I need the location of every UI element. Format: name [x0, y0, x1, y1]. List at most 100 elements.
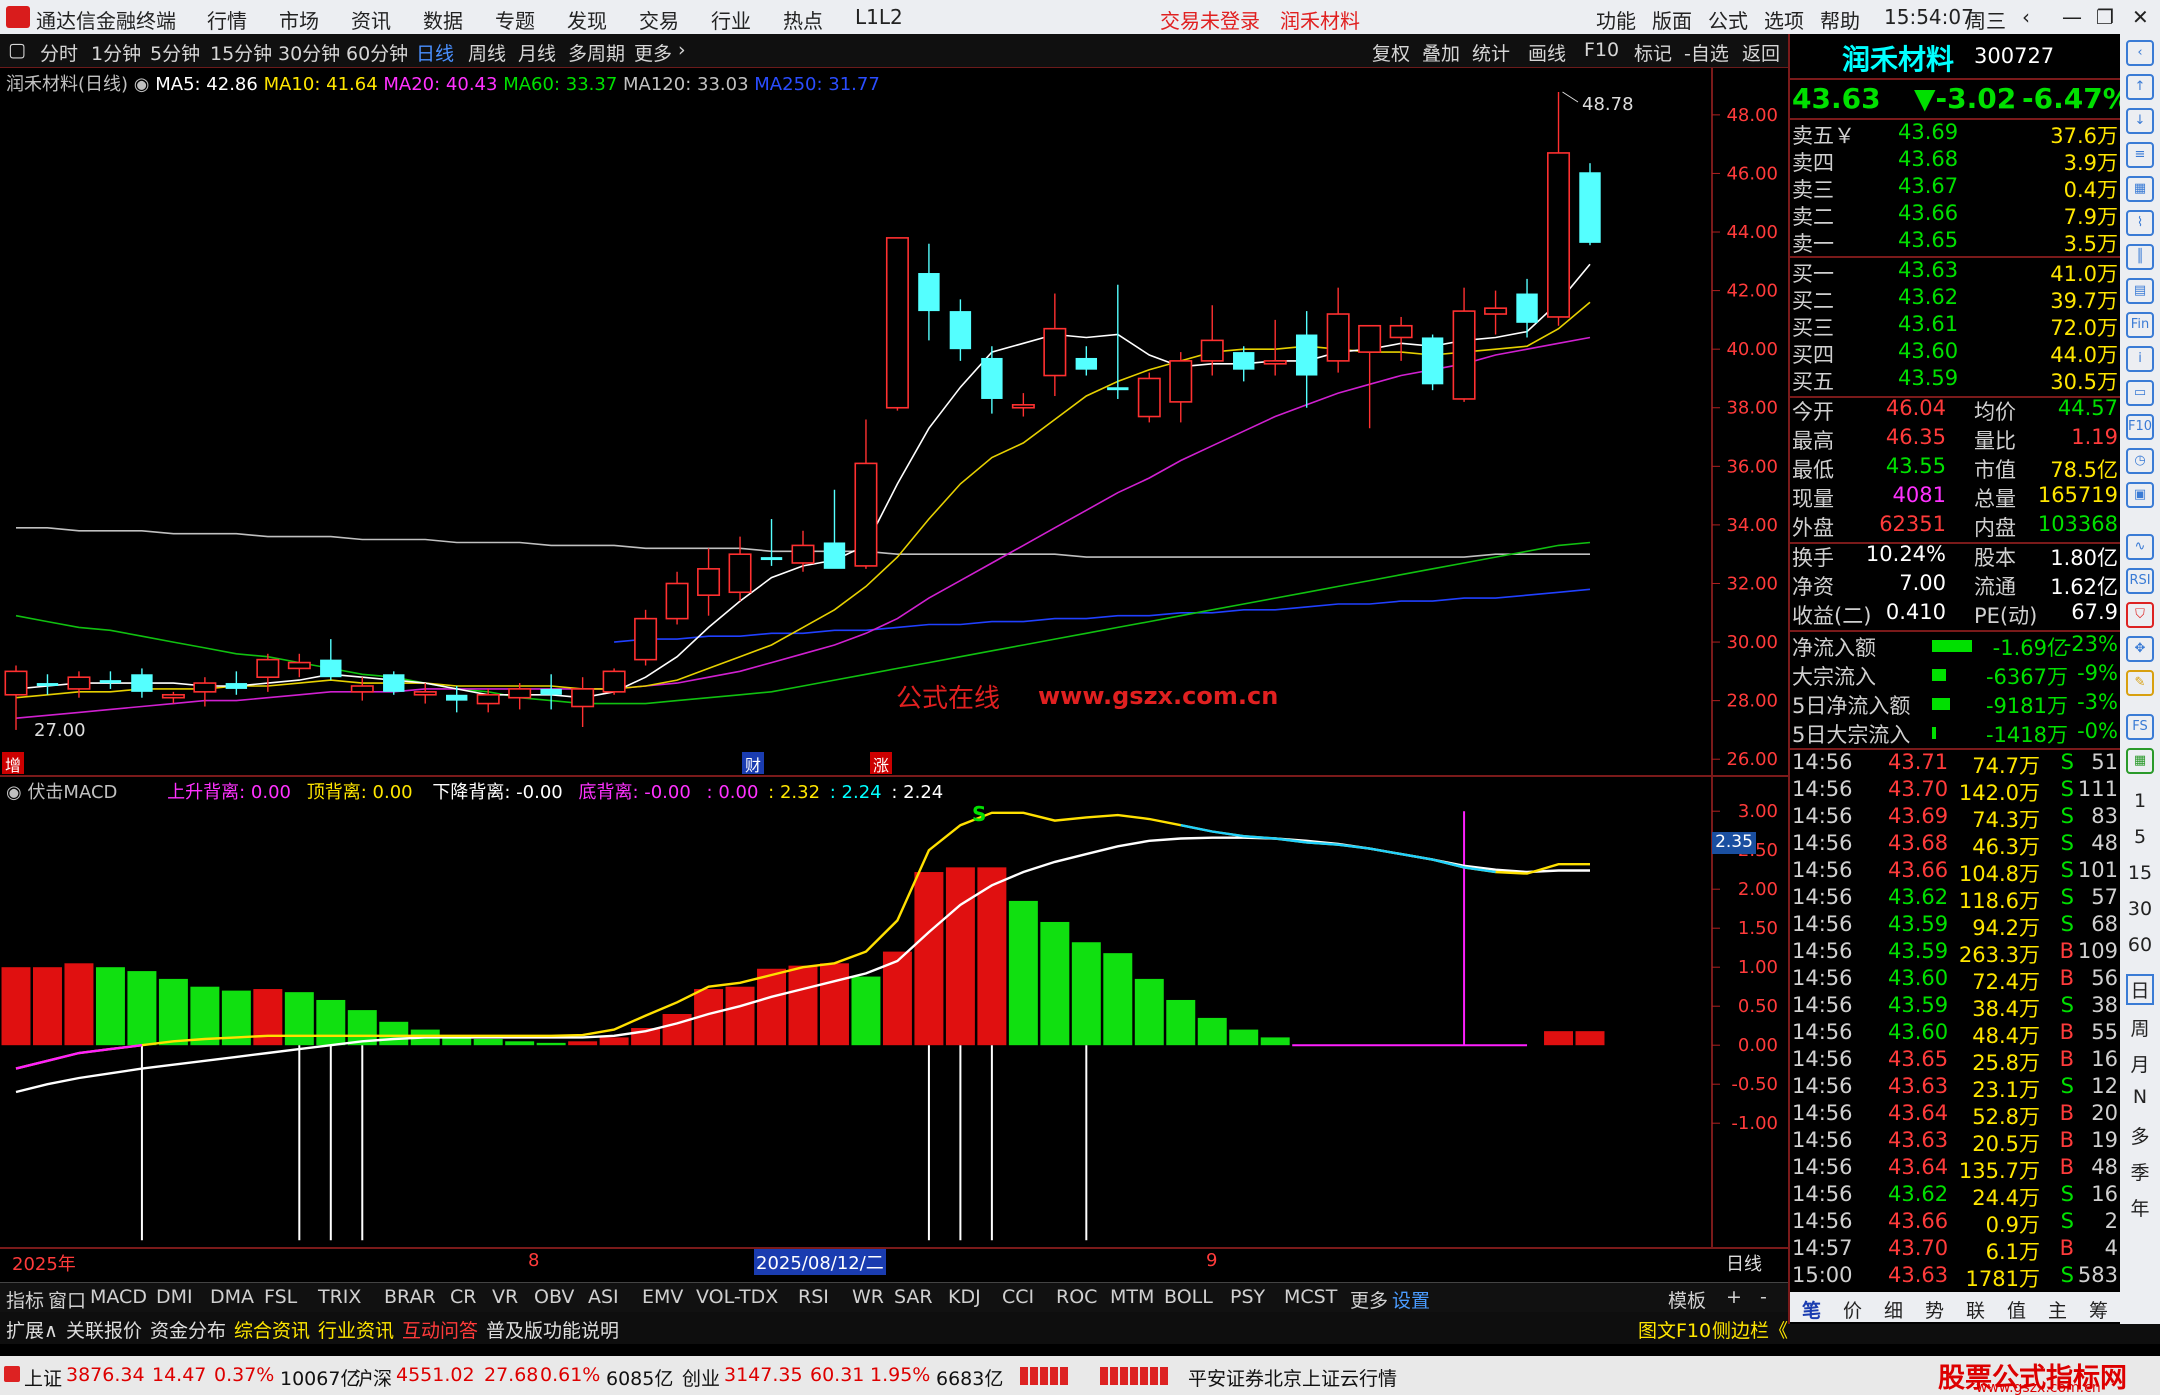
- tick-row[interactable]: 14:56 43.66 0.9万 S 2: [1790, 1209, 2122, 1237]
- menu-options[interactable]: 选项: [1764, 5, 1804, 34]
- stat-row[interactable]: 最高 46.35 量比 1.19: [1790, 425, 2122, 453]
- info-tab-help[interactable]: 普及版功能说明: [486, 1316, 619, 1343]
- collapse-icon[interactable]: ‹: [2126, 40, 2154, 66]
- tool-draw[interactable]: 画线: [1528, 39, 1566, 66]
- info-sidebar[interactable]: 侧边栏《: [1712, 1316, 1788, 1343]
- info-f10[interactable]: 图文F10: [1638, 1316, 1711, 1343]
- menu-market[interactable]: 市场: [279, 5, 319, 34]
- flow-row[interactable]: 5日大宗流入 -1418万 -0%: [1790, 719, 2122, 747]
- menu-layout[interactable]: 版面: [1652, 5, 1692, 34]
- hs-name[interactable]: 沪深: [354, 1364, 392, 1391]
- tick-row[interactable]: 14:56 43.68 46.3万 S 48: [1790, 831, 2122, 859]
- indicator-add[interactable]: +: [1726, 1286, 1742, 1308]
- menu-l1l2[interactable]: L1L2: [855, 5, 903, 29]
- period-15min[interactable]: 15分钟: [210, 39, 272, 66]
- menu-topic[interactable]: 专题: [495, 5, 535, 34]
- tool-adjust[interactable]: 复权: [1372, 39, 1410, 66]
- indicator-5[interactable]: FSL: [264, 1286, 297, 1308]
- tick-row[interactable]: 14:56 43.71 74.7万 S 51: [1790, 750, 2122, 778]
- period-more[interactable]: 更多: [634, 39, 672, 66]
- menu-news[interactable]: 资讯: [351, 5, 391, 34]
- trade-login-notice[interactable]: 交易未登录: [1160, 5, 1260, 34]
- ask-row[interactable]: 卖二 43.66 7.9万: [1790, 201, 2122, 229]
- menu-trade[interactable]: 交易: [639, 5, 679, 34]
- ask-row[interactable]: 卖五￥ 43.69 37.6万: [1790, 120, 2122, 148]
- toolbar-toggle-icon[interactable]: ▢: [8, 39, 26, 61]
- tv-icon[interactable]: ▣: [2126, 482, 2154, 508]
- menu-formula[interactable]: 公式: [1708, 5, 1748, 34]
- f10-icon[interactable]: F10: [2126, 414, 2154, 440]
- rsi-icon[interactable]: RSI: [2126, 568, 2154, 594]
- indicator-0[interactable]: 指标: [6, 1286, 44, 1313]
- kline-chart[interactable]: 48.0046.0044.0042.0040.0038.0036.0034.00…: [0, 68, 1788, 1268]
- bid-row[interactable]: 买一 43.63 41.0万: [1790, 258, 2122, 286]
- sidebar-period-15[interactable]: 15: [2120, 862, 2160, 884]
- sidebar-period-n[interactable]: N: [2120, 1086, 2160, 1108]
- indicator-17[interactable]: KDJ: [948, 1286, 981, 1308]
- shield-icon[interactable]: ⛉: [2126, 602, 2154, 628]
- indicator-2[interactable]: MACD: [90, 1286, 147, 1308]
- doc-icon[interactable]: ▭: [2126, 380, 2154, 406]
- tick-row[interactable]: 14:56 43.69 74.3万 S 83: [1790, 804, 2122, 832]
- back-icon[interactable]: ‹: [2022, 5, 2030, 29]
- tool-stats[interactable]: 统计: [1472, 39, 1510, 66]
- quote-tab-1[interactable]: 价: [1843, 1296, 1862, 1323]
- info-tab-related[interactable]: 关联报价: [66, 1316, 142, 1343]
- tool-mark[interactable]: 标记: [1634, 39, 1672, 66]
- marker-zhang[interactable]: 涨: [870, 752, 892, 775]
- indicator-20[interactable]: MTM: [1110, 1286, 1154, 1308]
- menu-help[interactable]: 帮助: [1820, 5, 1860, 34]
- cy-name[interactable]: 创业: [682, 1364, 720, 1391]
- tick-row[interactable]: 15:00 43.63 1781万 S 583: [1790, 1263, 2122, 1291]
- sidebar-period-multi[interactable]: 多: [2120, 1122, 2160, 1149]
- menu-hot[interactable]: 热点: [783, 5, 823, 34]
- fund-row[interactable]: 换手 10.24% 股本 1.80亿: [1790, 542, 2122, 570]
- arrow-up-icon[interactable]: ↑: [2126, 74, 2154, 100]
- info-tab-qa[interactable]: 互动问答: [402, 1316, 478, 1343]
- tick-row[interactable]: 14:56 43.64 52.8万 B 20: [1790, 1101, 2122, 1129]
- tick-row[interactable]: 14:56 43.59 38.4万 S 38: [1790, 993, 2122, 1021]
- tick-row[interactable]: 14:56 43.59 94.2万 S 68: [1790, 912, 2122, 940]
- indicator-15[interactable]: WR: [852, 1286, 884, 1308]
- period-weekly[interactable]: 周线: [468, 39, 506, 66]
- fund-row[interactable]: 净资 7.00 流通 1.62亿: [1790, 571, 2122, 599]
- tick-row[interactable]: 14:57 43.70 6.1万 B 4: [1790, 1236, 2122, 1264]
- indicator-25[interactable]: 设置: [1392, 1286, 1430, 1313]
- info-tab-expand[interactable]: 扩展∧: [6, 1316, 58, 1343]
- period-tick[interactable]: 分时: [40, 39, 78, 66]
- tick-row[interactable]: 14:56 43.70 142.0万 S 111: [1790, 777, 2122, 805]
- fund-row[interactable]: 收益(二) 0.410 PE(动) 67.9: [1790, 600, 2122, 628]
- menu-industry[interactable]: 行业: [711, 5, 751, 34]
- indicator-9[interactable]: VR: [492, 1286, 518, 1308]
- macd-settings-icon[interactable]: ◉: [6, 782, 27, 803]
- period-60min[interactable]: 60分钟: [346, 39, 408, 66]
- settings-icon[interactable]: ◉: [134, 74, 155, 95]
- restore-icon[interactable]: ❐: [2096, 5, 2114, 29]
- tool-overlay[interactable]: 叠加: [1422, 39, 1460, 66]
- quote-tab-6[interactable]: 主: [2048, 1296, 2067, 1323]
- menu-quote[interactable]: 行情: [207, 5, 247, 34]
- indicator-21[interactable]: BOLL: [1164, 1286, 1213, 1308]
- indicator-6[interactable]: TRIX: [318, 1286, 361, 1308]
- wave-icon[interactable]: ∿: [2126, 534, 2154, 560]
- fs-icon[interactable]: FS: [2126, 714, 2154, 740]
- indicator-10[interactable]: OBV: [534, 1286, 574, 1308]
- stat-row[interactable]: 现量 4081 总量 165719: [1790, 483, 2122, 511]
- indicator-8[interactable]: CR: [450, 1286, 476, 1308]
- indicator-23[interactable]: MCST: [1284, 1286, 1337, 1308]
- marker-zeng[interactable]: 增: [2, 752, 24, 775]
- menu-discover[interactable]: 发现: [567, 5, 607, 34]
- tick-row[interactable]: 14:56 43.62 118.6万 S 57: [1790, 885, 2122, 913]
- tick-row[interactable]: 14:56 43.65 25.8万 B 16: [1790, 1047, 2122, 1075]
- tick-row[interactable]: 14:56 43.59 263.3万 B 109: [1790, 939, 2122, 967]
- arrow-down-icon[interactable]: ↓: [2126, 108, 2154, 134]
- sidebar-period-30[interactable]: 30: [2120, 898, 2160, 920]
- indicator-13[interactable]: VOL-TDX: [696, 1286, 778, 1308]
- line-chart-icon[interactable]: ⌇: [2126, 210, 2154, 236]
- sidebar-period-day[interactable]: 日: [2126, 974, 2154, 1005]
- minimize-icon[interactable]: —: [2062, 5, 2082, 29]
- tool-remove-watch[interactable]: -自选: [1684, 39, 1729, 66]
- ask-row[interactable]: 卖四 43.68 3.9万: [1790, 147, 2122, 175]
- kline-icon[interactable]: ║: [2126, 244, 2154, 270]
- indicator-7[interactable]: BRAR: [384, 1286, 436, 1308]
